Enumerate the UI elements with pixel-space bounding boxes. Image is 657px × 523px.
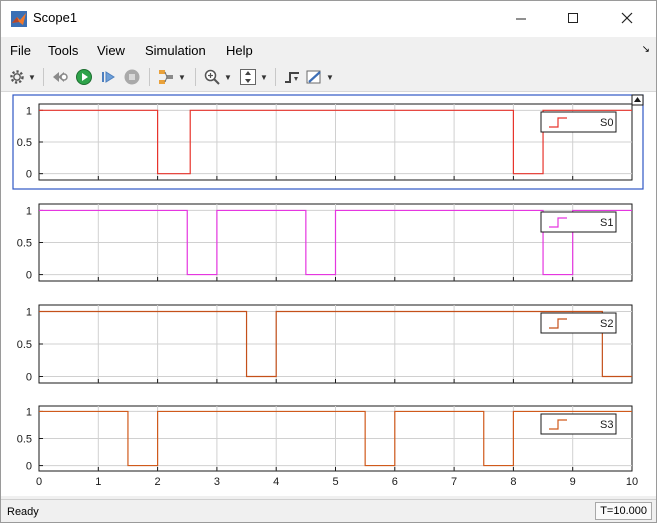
y-tick-label: 0.5	[17, 137, 32, 149]
y-tick-label: 1	[26, 205, 32, 217]
x-tick-label: 5	[332, 476, 338, 488]
y-tick-label: 0	[26, 270, 32, 282]
scale-axes-icon	[240, 69, 256, 85]
x-tick-label: 9	[570, 476, 576, 488]
measurements-icon	[306, 70, 321, 84]
sim-time-readout: T=10.000	[595, 502, 652, 520]
triggers-icon	[285, 72, 299, 83]
y-tick-label: 0.5	[17, 238, 32, 250]
y-tick-label: 1	[26, 307, 32, 319]
legend-label: S2	[600, 318, 613, 330]
zoom-in-icon	[204, 69, 220, 85]
menu-file[interactable]: File	[10, 43, 31, 58]
step-forward-button[interactable]	[99, 68, 117, 86]
scope-plots: 0 0.5 1 S0 0 0.5 1 S1 0 0.5 1 S2 0 0.5 1 S3 0 1 2 3 4 5 6 7 8 9 10	[12, 94, 644, 488]
y-tick-label: 0	[26, 461, 32, 473]
y-tick-label: 1	[26, 406, 32, 418]
close-icon	[621, 12, 633, 24]
x-tick-label: 8	[510, 476, 516, 488]
stop-button[interactable]	[123, 68, 141, 86]
maximize-button[interactable]	[551, 5, 595, 31]
x-tick-label: 10	[626, 476, 638, 488]
menu-view[interactable]: View	[97, 43, 125, 58]
matlab-logo-icon	[11, 11, 27, 27]
x-tick-label: 1	[95, 476, 101, 488]
signal-select-button[interactable]: ▼	[157, 68, 186, 86]
zoom-button[interactable]: ▼	[203, 68, 232, 86]
menu-simulation[interactable]: Simulation	[145, 43, 206, 58]
legend-label: S3	[600, 419, 613, 431]
scale-axes-button[interactable]: ▼	[239, 68, 268, 86]
maximize-icon	[568, 13, 578, 23]
y-tick-label: 0.5	[17, 339, 32, 351]
window-title: Scope1	[33, 10, 78, 25]
menu-bar: File Tools View Simulation Help ↘	[1, 39, 656, 61]
x-tick-label: 0	[36, 476, 42, 488]
x-tick-label: 2	[155, 476, 161, 488]
status-bar: Ready T=10.000	[1, 499, 656, 522]
status-text: Ready	[7, 506, 39, 518]
legend-label: S0	[600, 117, 613, 129]
y-tick-label: 0	[26, 169, 32, 181]
x-tick-label: 4	[273, 476, 279, 488]
y-tick-label: 0.5	[17, 434, 32, 446]
configuration-button[interactable]: ▼	[9, 68, 36, 86]
minimize-button[interactable]	[499, 5, 543, 31]
gear-icon	[10, 70, 24, 84]
menu-dock-arrow-icon[interactable]: ↘	[642, 44, 650, 55]
minimize-icon	[516, 18, 526, 20]
run-icon	[76, 69, 92, 85]
scope-window: Scope1 File Tools View Simulation Help ↘…	[0, 0, 657, 523]
menu-help[interactable]: Help	[226, 43, 253, 58]
step-forward-icon	[102, 71, 115, 83]
x-tick-label: 3	[214, 476, 220, 488]
scope-plot-area: 0 0.5 1 S0 0 0.5 1 S1 0 0.5 1 S2 0 0.5 1 S3 0 1 2 3 4 5 6 7 8 9 10	[1, 92, 656, 496]
y-tick-label: 0	[26, 372, 32, 384]
x-tick-label: 6	[392, 476, 398, 488]
stop-icon	[124, 69, 140, 85]
y-tick-label: 1	[26, 105, 32, 117]
x-tick-label: 7	[451, 476, 457, 488]
legend-label: S1	[600, 217, 613, 229]
stop-sim-icon	[53, 72, 68, 82]
title-bar: Scope1	[1, 1, 656, 37]
measurements-button[interactable]: ▼	[305, 68, 334, 86]
toolbar: ▼ ▼ ▼ ▼ ▼	[1, 63, 656, 92]
triggers-button[interactable]	[283, 68, 301, 86]
stop-simulation-button[interactable]	[51, 68, 69, 86]
menu-tools[interactable]: Tools	[48, 43, 78, 58]
close-button[interactable]	[605, 5, 649, 31]
run-button[interactable]	[75, 68, 93, 86]
signal-select-icon	[159, 70, 173, 84]
